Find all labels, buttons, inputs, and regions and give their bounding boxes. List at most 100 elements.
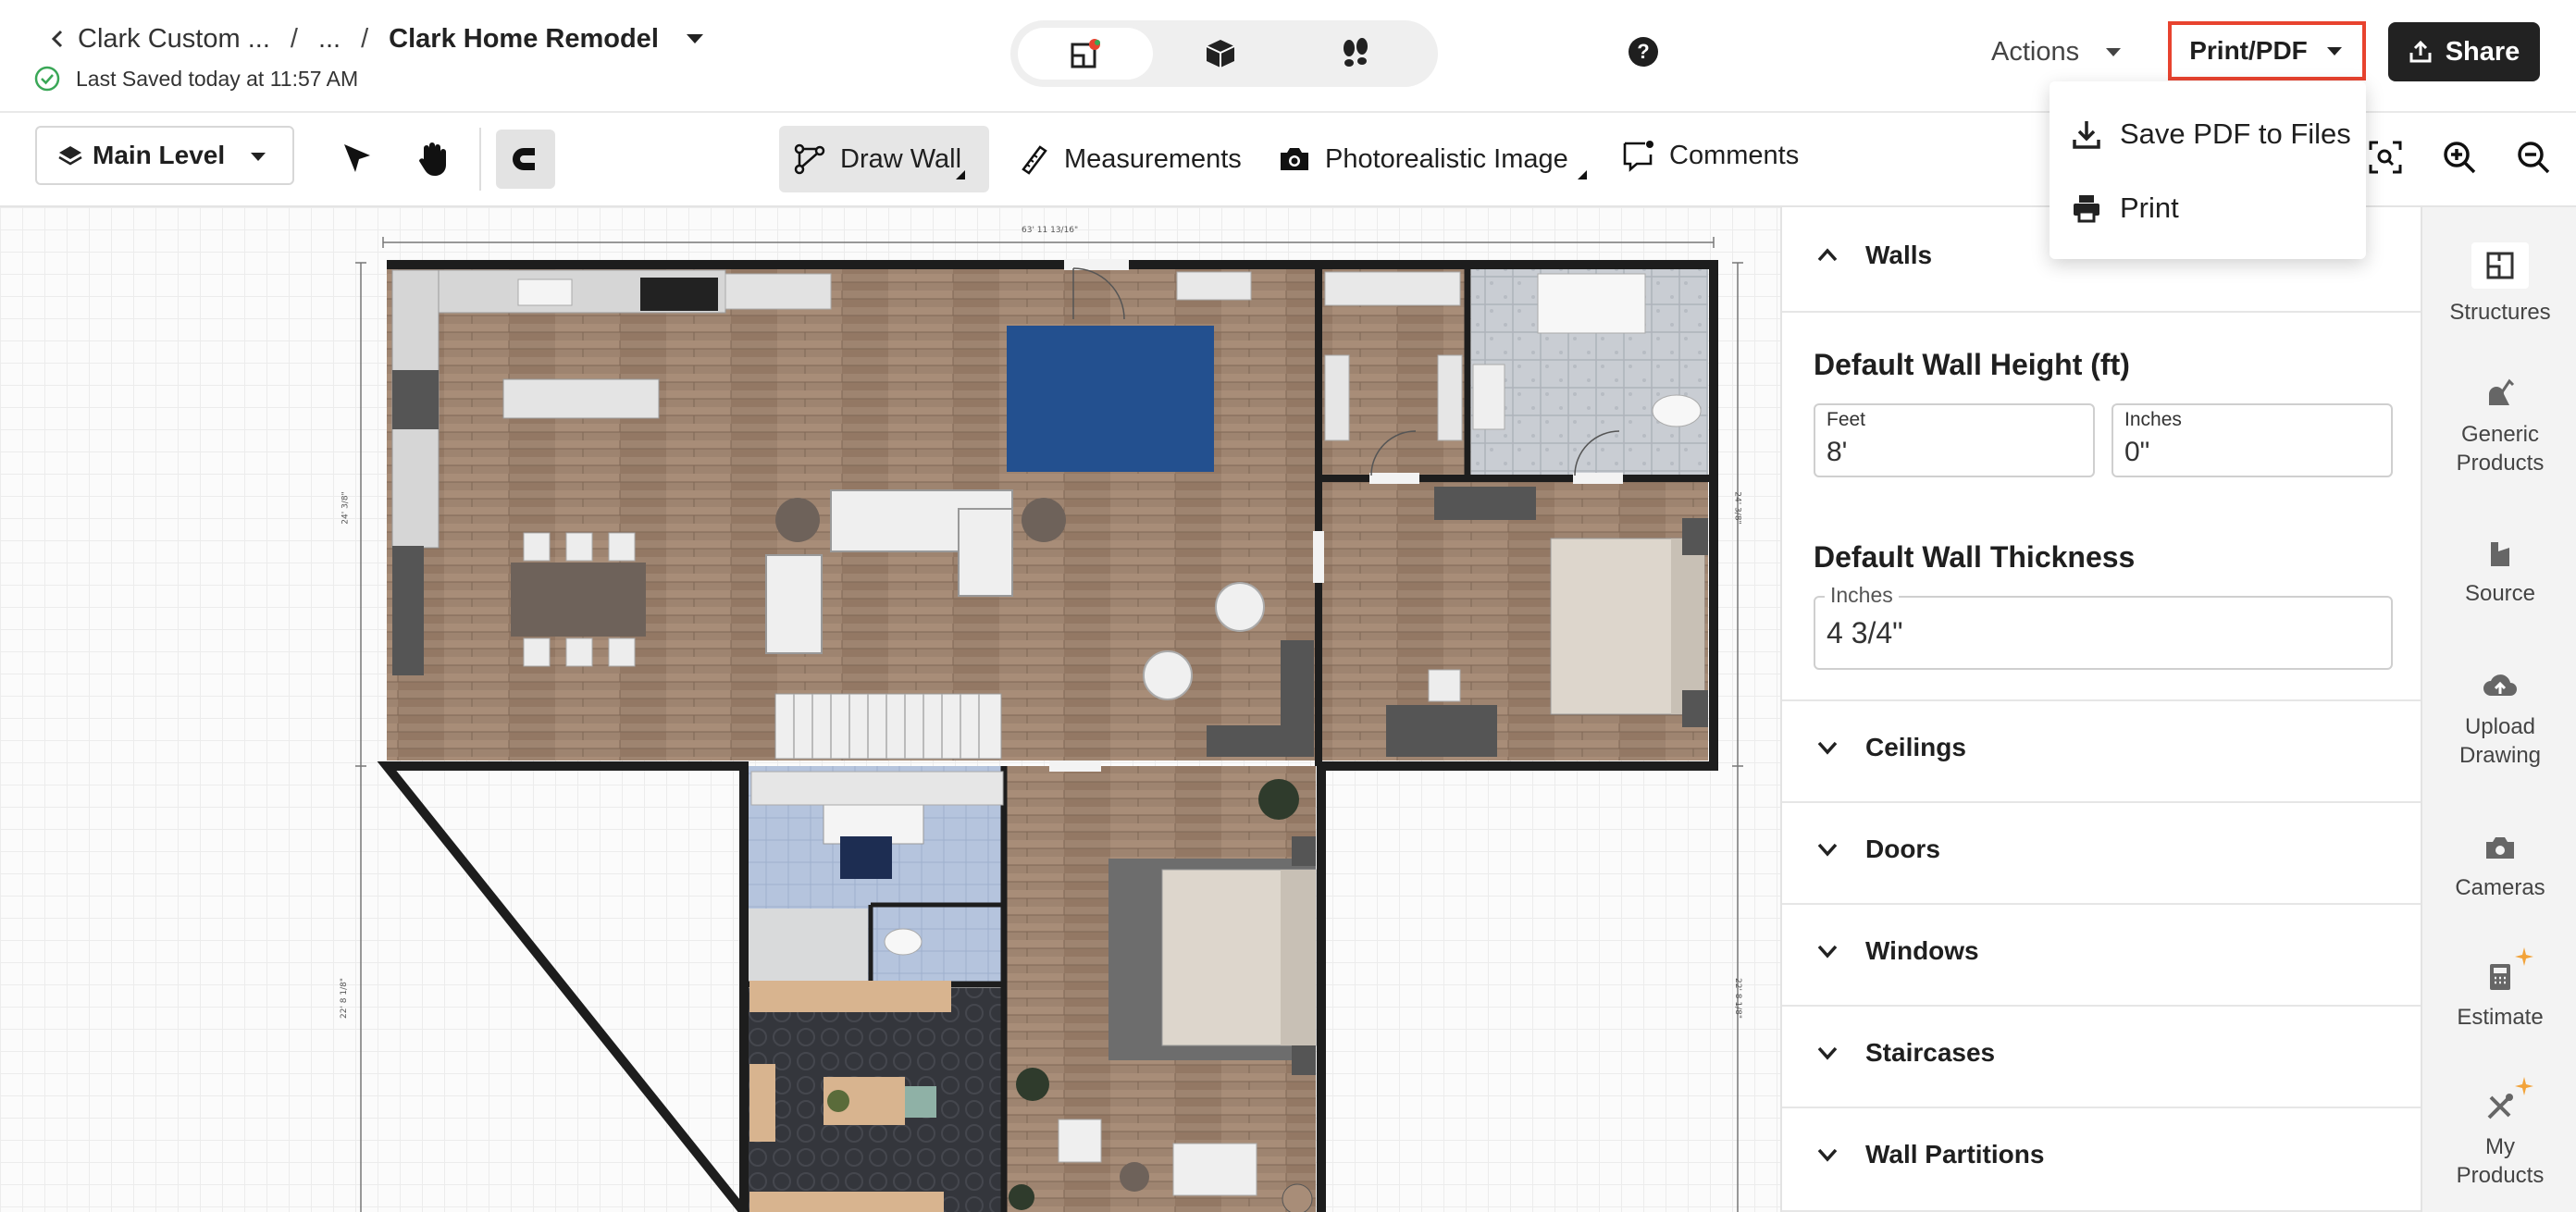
feet-value: 8': [1827, 437, 1848, 467]
dimension-top: 63' 11 13/16": [1022, 226, 1079, 235]
save-status: Last Saved today at 11:57 AM: [33, 65, 358, 93]
print-pdf-menu: Save PDF to Files Print: [2050, 81, 2366, 259]
draw-wall-icon: [794, 143, 825, 175]
chevron-down-icon: [1817, 1046, 1838, 1060]
generic-products-icon: [2489, 378, 2515, 405]
ruler-icon: [1022, 145, 1047, 175]
walls-section-header[interactable]: Walls: [1815, 241, 1932, 270]
dimension-right-upper: 24' 3/8": [1732, 491, 1742, 525]
rail-label: Upload Drawing: [2458, 714, 2542, 768]
doors-title: Doors: [1865, 835, 1940, 863]
inches-label: Inches: [2124, 409, 2182, 430]
doors-header[interactable]: Doors: [1815, 835, 1940, 864]
wall-partitions-header[interactable]: Wall Partitions: [1815, 1140, 2044, 1169]
help-icon[interactable]: ?: [1629, 37, 1658, 67]
rail-generic-products[interactable]: Generic Products: [2422, 376, 2576, 477]
cloud-upload-icon: [2483, 674, 2517, 696]
rail-label: My Products: [2456, 1134, 2545, 1188]
floorplan-drawing[interactable]: [0, 207, 1780, 1212]
rail-upload-drawing[interactable]: Upload Drawing: [2422, 668, 2576, 770]
wall-partitions-section[interactable]: Wall Partitions: [1782, 1108, 2421, 1212]
print-pdf-button[interactable]: Print/PDF: [2168, 21, 2366, 80]
photorealistic-tool[interactable]: Photorealistic Image: [1277, 126, 1587, 192]
camera-icon: [1281, 148, 1308, 170]
chevron-down-icon: [1817, 1148, 1838, 1162]
level-label: Main Level: [93, 141, 226, 169]
properties-panel: Walls Default Wall Height (ft) Feet 8' I…: [1780, 207, 2421, 1212]
breadcrumb-ellipsis[interactable]: ...: [318, 24, 341, 55]
pan-hand-icon[interactable]: [413, 139, 453, 179]
comment-icon: [1623, 141, 1653, 172]
print-pdf-label: Print/PDF: [2189, 36, 2308, 65]
save-pdf-menu-item[interactable]: Save PDF to Files: [2070, 111, 2351, 157]
wall-height-feet-field[interactable]: Feet 8': [1814, 403, 2095, 477]
chevron-down-icon: [1817, 945, 1838, 958]
ceilings-header[interactable]: Ceilings: [1815, 733, 1966, 762]
sparkle-icon: [2515, 947, 2533, 966]
camera-icon: [2486, 837, 2514, 859]
rail-label: Estimate: [2457, 1005, 2544, 1030]
breadcrumb-separator: /: [290, 23, 298, 54]
walls-title: Walls: [1865, 241, 1933, 269]
walls-section: Walls Default Wall Height (ft) Feet 8' I…: [1782, 207, 2421, 701]
right-rail: Structures Generic Products Source Uploa…: [2421, 207, 2576, 1212]
zoom-in-icon[interactable]: [2441, 139, 2478, 176]
dimension-left-upper: 24' 3/8": [341, 491, 351, 525]
rail-structures[interactable]: Structures: [2422, 242, 2576, 327]
submenu-corner-icon: [956, 170, 966, 179]
chevron-down-icon: [1817, 741, 1838, 755]
doors-section[interactable]: Doors: [1782, 803, 2421, 905]
dimension-right-lower: 22' 8 1/8": [1733, 978, 1742, 1019]
thickness-value: 4 3/4": [1827, 616, 1903, 649]
wall-height-inches-field[interactable]: Inches 0": [2112, 403, 2393, 477]
print-label: Print: [2120, 192, 2179, 224]
windows-header[interactable]: Windows: [1815, 936, 1979, 966]
save-pdf-label: Save PDF to Files: [2120, 117, 2351, 150]
check-circle-icon: [34, 66, 60, 92]
comments-label: Comments: [1669, 140, 1800, 170]
staircases-section[interactable]: Staircases: [1782, 1007, 2421, 1108]
structures-icon: [2486, 252, 2514, 279]
wall-height-title: Default Wall Height (ft): [1814, 348, 2130, 381]
rail-label: Generic Products: [2456, 422, 2545, 476]
view-mode-2d[interactable]: [1018, 28, 1153, 80]
rail-my-products[interactable]: My Products: [2422, 1088, 2576, 1190]
floorplan-canvas[interactable]: 63' 11 13/16" 24' 3/8" 24' 3/8" 22' 8 1/…: [0, 207, 1780, 1212]
staircases-header[interactable]: Staircases: [1815, 1038, 1995, 1068]
zoom-out-icon[interactable]: [2515, 139, 2552, 176]
snap-magnet-button[interactable]: [496, 130, 555, 189]
rail-source[interactable]: Source: [2422, 535, 2576, 608]
windows-section[interactable]: Windows: [1782, 905, 2421, 1007]
ceilings-section[interactable]: Ceilings: [1782, 701, 2421, 803]
level-select[interactable]: Main Level: [35, 126, 294, 185]
wall-thickness-field[interactable]: Inches 4 3/4": [1814, 583, 2393, 670]
view-mode-walkthrough[interactable]: [1288, 28, 1423, 80]
actions-button[interactable]: Actions: [1991, 31, 2124, 72]
calculator-icon: [2490, 964, 2510, 990]
submenu-corner-icon: [1577, 170, 1587, 179]
breadcrumb-root[interactable]: Clark Custom ...: [78, 24, 270, 55]
chevron-left-icon[interactable]: [44, 20, 72, 57]
rail-label: Cameras: [2455, 875, 2545, 900]
chevron-up-icon: [1817, 248, 1838, 262]
ceilings-title: Ceilings: [1865, 733, 1966, 761]
dimension-left-lower: 22' 8 1/8": [340, 978, 349, 1019]
source-icon: [2491, 542, 2509, 566]
feet-label: Feet: [1827, 409, 1866, 430]
comments-tool[interactable]: Comments: [1621, 122, 1799, 189]
rail-estimate[interactable]: Estimate: [2422, 958, 2576, 1032]
project-title[interactable]: Clark Home Remodel: [389, 24, 659, 55]
share-label: Share: [2445, 36, 2520, 67]
rail-cameras[interactable]: Cameras: [2422, 829, 2576, 902]
draw-wall-tool[interactable]: Draw Wall: [779, 126, 990, 192]
select-cursor-icon[interactable]: [337, 139, 378, 179]
print-menu-item[interactable]: Print: [2070, 185, 2179, 231]
rail-label: Source: [2464, 581, 2536, 606]
caret-down-icon[interactable]: [683, 27, 707, 51]
zoom-fit-icon[interactable]: [2367, 139, 2404, 176]
2d-floorplan-icon: [1071, 39, 1100, 68]
view-mode-3d[interactable]: [1153, 28, 1288, 80]
measurements-tool[interactable]: Measurements: [1016, 126, 1242, 192]
walkthrough-footsteps-icon: [1344, 38, 1368, 67]
share-button[interactable]: Share: [2388, 22, 2540, 81]
